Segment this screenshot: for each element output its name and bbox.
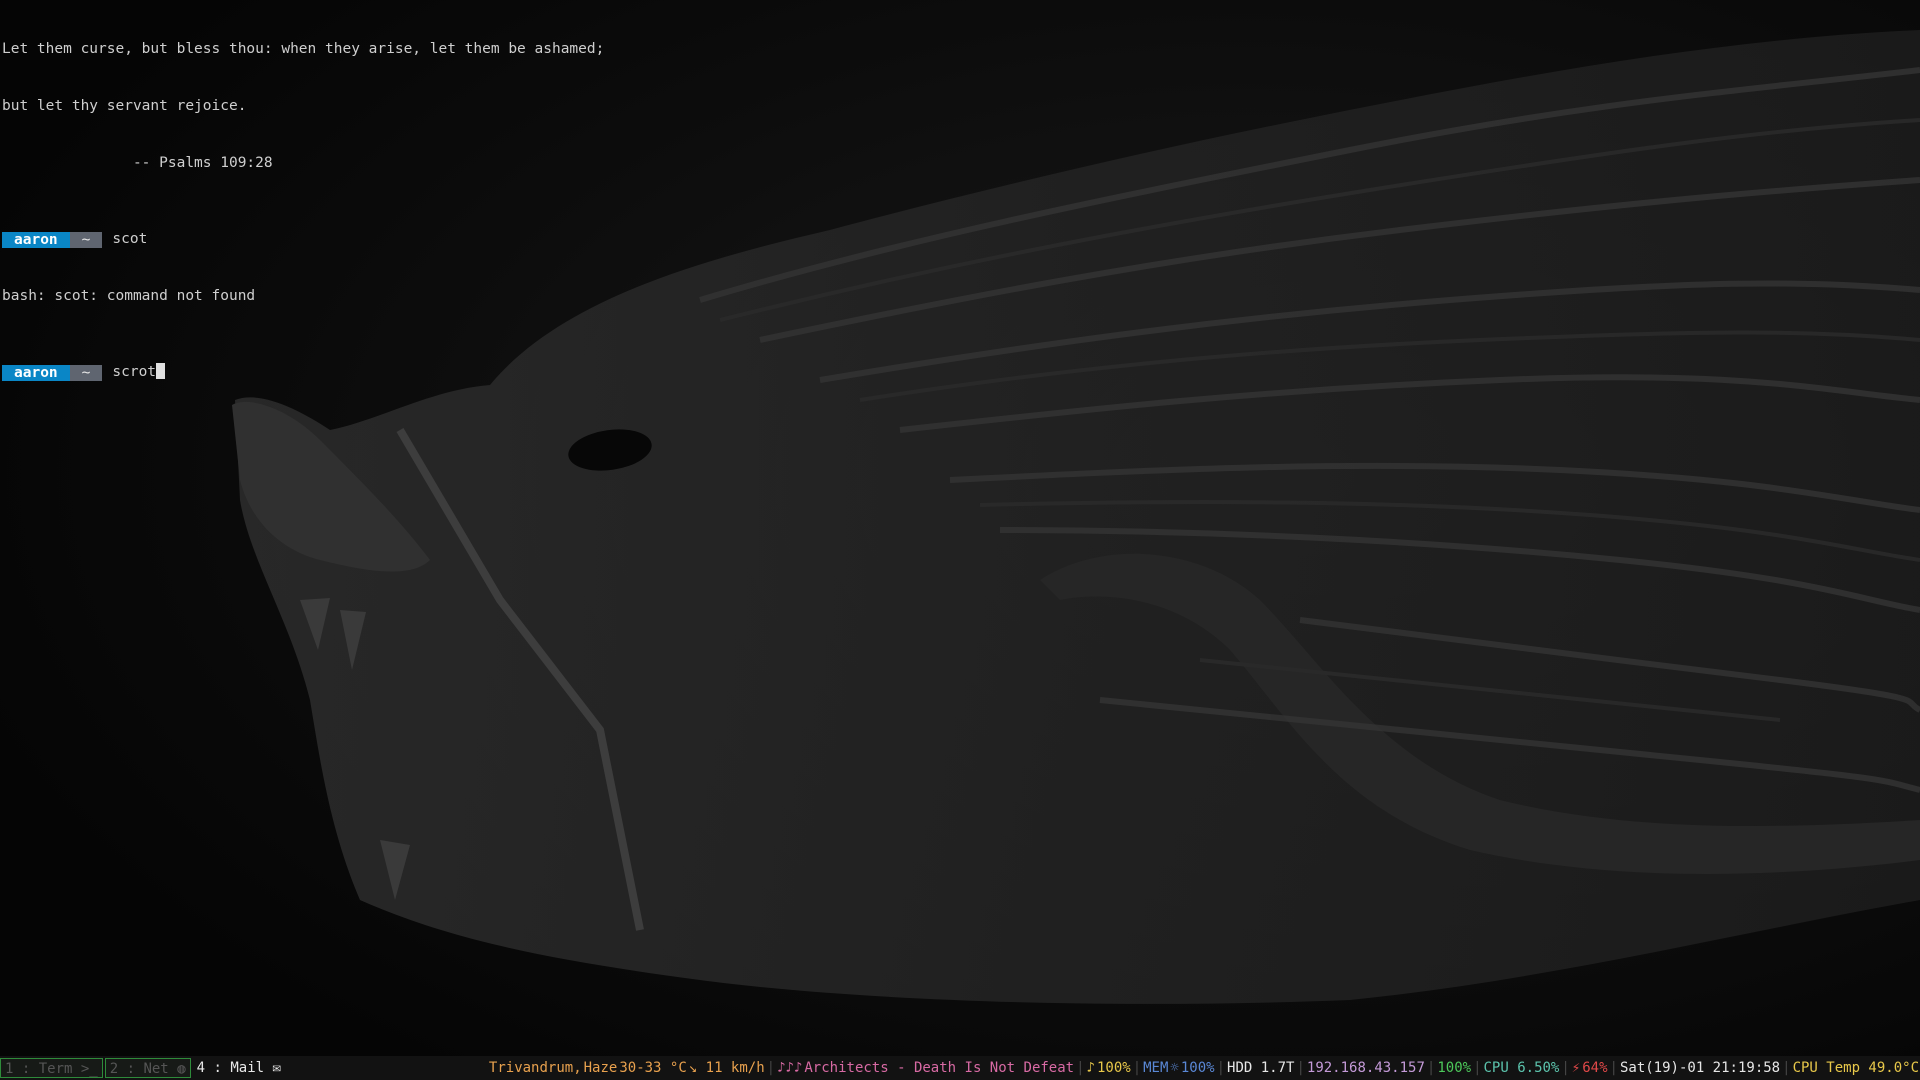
command-input-text: scrot [112,364,157,380]
cpu-temperature: CPU Temp 49.0°C [1792,1060,1919,1076]
separator: | [1561,1060,1570,1076]
disk-usage: HDD 1.7T [1227,1060,1295,1076]
separator: | [1782,1060,1791,1076]
text-cursor [156,363,166,379]
separator: | [1609,1060,1618,1076]
ip-address: 192.168.43.157 [1306,1060,1425,1076]
workspace-label: 1 : Term [5,1061,73,1077]
workspace-mail[interactable]: 4 : Mail ✉ [193,1058,285,1078]
globe-icon: ◍ [177,1061,186,1077]
prompt-directory: ~ [69,364,103,381]
prompt-user: aaron [2,364,70,381]
mail-icon: ✉ [272,1060,281,1076]
fortune-attribution: -- Psalms 109:28 [2,155,273,171]
workspace-net[interactable]: 2 : Net ◍ [104,1058,191,1078]
music-track[interactable]: Architects - Death Is Not Defeat [803,1056,1075,1080]
terminal-icon: >_ [80,1061,98,1077]
battery-icon: ⚡ [1571,1060,1581,1076]
workspace-label: 4 : Mail [196,1060,265,1076]
command-output: bash: scot: command not found [2,288,256,304]
separator: | [766,1060,776,1076]
cpu-usage: CPU 6.50% [1483,1060,1560,1076]
separator: | [1132,1060,1142,1076]
fortune-line: but let thy servant rejoice. [2,98,247,114]
memory-label: MEM [1143,1060,1169,1076]
music-icon: ♪♪♪ [777,1060,803,1076]
status-modules: Trivandrum, Haze 30-33 °C ↘ 11 km/h | ♪♪… [488,1056,1920,1080]
workspace-label: 2 : Net [109,1061,169,1077]
shell-prompt: aaron ~ scot [2,230,1302,249]
brightness-level[interactable]: 100% [1180,1056,1216,1080]
battery-level: 64% [1582,1060,1608,1076]
prompt-directory: ~ [69,231,103,248]
previous-command: scot [112,231,148,247]
weather-temperature: 30-33 °C [619,1060,687,1076]
separator: | [1473,1060,1482,1076]
brightness-icon: ☼ [1170,1060,1179,1076]
weather-condition: Haze [583,1060,618,1076]
fortune-line: Let them curse, but bless thou: when the… [2,41,605,57]
weather-wind: ↘ 11 km/h [688,1060,765,1076]
clock: Sat(19)-01 21:19:58 [1619,1060,1781,1076]
separator: | [1426,1060,1436,1076]
volume-icon: ♪ [1086,1060,1095,1076]
status-bar: 1 : Term >_ 2 : Net ◍ 4 : Mail ✉ Trivand… [0,1056,1920,1080]
volume-level[interactable]: 100% [1096,1056,1132,1080]
separator: | [1076,1060,1085,1076]
wifi-strength: 100% [1437,1060,1472,1076]
separator: | [1216,1060,1226,1076]
terminal-window[interactable]: Let them curse, but bless thou: when the… [2,2,1302,401]
workspace-term[interactable]: 1 : Term >_ [0,1058,103,1078]
separator: | [1296,1060,1305,1076]
command-input[interactable]: scrot [112,363,166,382]
prompt-user: aaron [2,231,70,248]
shell-prompt: aaron ~ scrot [2,363,1302,382]
weather-location: Trivandrum, [488,1060,582,1076]
